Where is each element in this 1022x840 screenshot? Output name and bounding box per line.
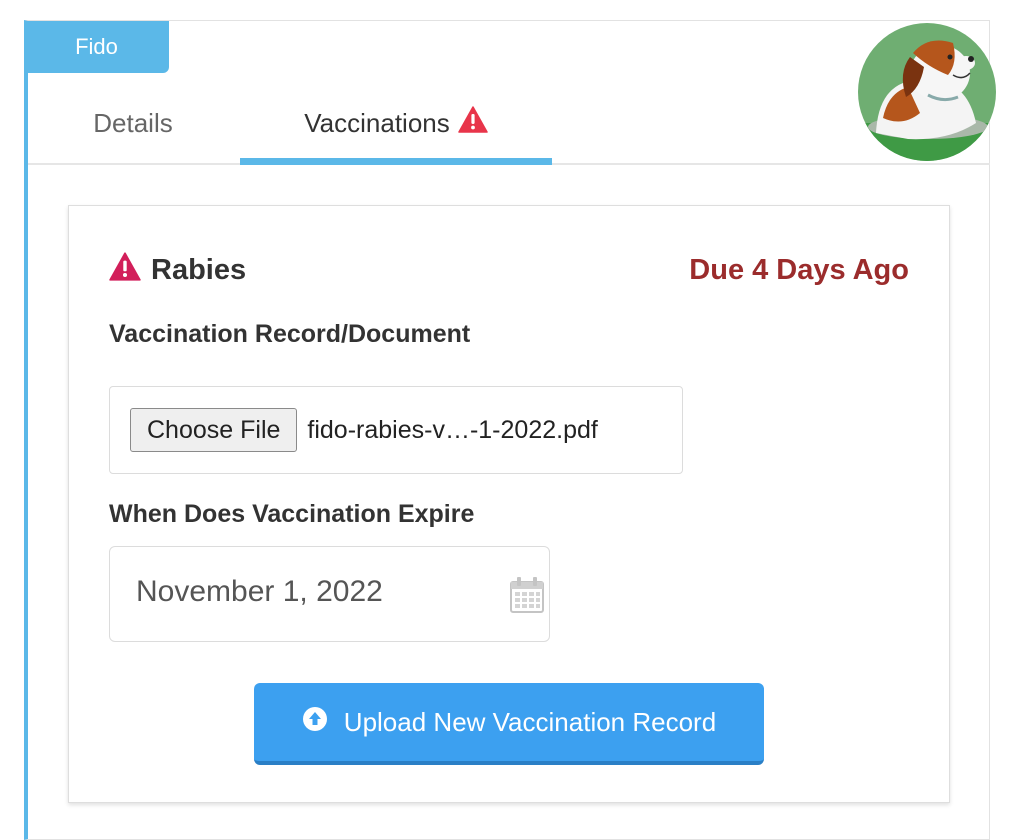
- upload-button-label: Upload New Vaccination Record: [343, 706, 717, 737]
- tab-bar: Details Vaccinations: [28, 83, 990, 165]
- upload-record-button[interactable]: Upload New Vaccination Record: [254, 683, 764, 765]
- tab-vaccinations-label: Vaccinations: [304, 107, 450, 138]
- tab-vaccinations[interactable]: Vaccinations: [240, 83, 552, 165]
- expire-label: When Does Vaccination Expire: [109, 500, 475, 528]
- vaccination-title: Rabies: [109, 252, 246, 289]
- record-label: Vaccination Record/Document: [109, 320, 471, 348]
- vaccination-name: Rabies: [151, 254, 247, 286]
- selected-file-name: fido-rabies-v…-1-2022.pdf: [307, 415, 598, 444]
- due-status: Due 4 Days Ago: [689, 254, 909, 286]
- vaccination-panel: Rabies Due 4 Days Ago Vaccination Record…: [68, 205, 950, 803]
- active-tab-indicator: [240, 158, 552, 165]
- tab-details-label: Details: [93, 107, 173, 138]
- expiration-date-input[interactable]: November 1, 2022: [109, 546, 550, 642]
- tab-details[interactable]: Details: [68, 83, 198, 163]
- warning-icon: [109, 252, 141, 289]
- calendar-icon[interactable]: [510, 577, 544, 618]
- upload-circle-icon: [302, 706, 328, 739]
- expiration-date-value: November 1, 2022: [136, 575, 383, 608]
- file-upload-field: Choose File fido-rabies-v…-1-2022.pdf: [109, 386, 683, 474]
- pet-name-tag: Fido: [24, 21, 169, 73]
- pet-card: Fido Details Vaccinations Rabies Due 4 D…: [24, 20, 996, 840]
- choose-file-button[interactable]: Choose File: [130, 408, 298, 452]
- warning-icon: [458, 106, 488, 140]
